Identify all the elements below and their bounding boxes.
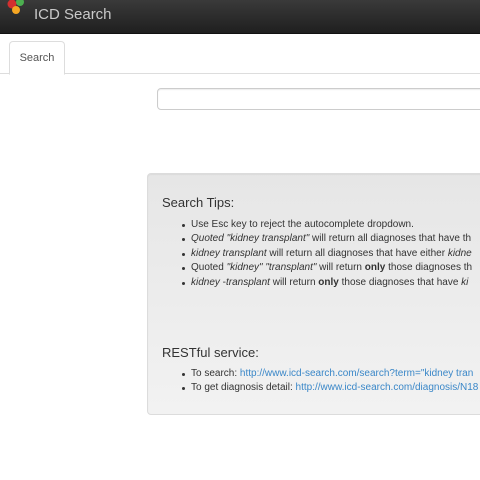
tab-bar: Search	[0, 41, 480, 75]
restful-service-heading: RESTful service:	[162, 345, 259, 360]
top-navbar: ICD Search	[0, 0, 480, 34]
search-api-link[interactable]: http://www.icd-search.com/search?term="k…	[240, 368, 473, 379]
logo-icon	[7, 0, 30, 33]
brand-link[interactable]: ICD Search	[7, 0, 112, 33]
tip-item: Quoted "kidney" "transplant" will return…	[178, 261, 472, 275]
tab-search[interactable]: Search	[9, 41, 65, 75]
tip-item: Use Esc key to reject the autocomplete d…	[178, 218, 472, 232]
search-input[interactable]	[157, 88, 480, 110]
tip-item: kidney transplant will return all diagno…	[178, 247, 472, 261]
diagnosis-api-link[interactable]: http://www.icd-search.com/diagnosis/N18	[296, 382, 479, 393]
search-tips-heading: Search Tips:	[162, 195, 235, 210]
rest-item-diagnosis: To get diagnosis detail: http://www.icd-…	[178, 381, 478, 395]
search-tips-list: Use Esc key to reject the autocomplete d…	[178, 218, 472, 290]
brand-title: ICD Search	[34, 6, 112, 23]
info-panel: Search Tips: Use Esc key to reject the a…	[147, 173, 480, 415]
rest-item-search: To search: http://www.icd-search.com/sea…	[178, 367, 478, 381]
restful-service-list: To search: http://www.icd-search.com/sea…	[178, 367, 478, 396]
tip-item: Quoted "kidney transplant" will return a…	[178, 232, 472, 246]
tip-item: kidney -transplant will return only thos…	[178, 276, 472, 290]
